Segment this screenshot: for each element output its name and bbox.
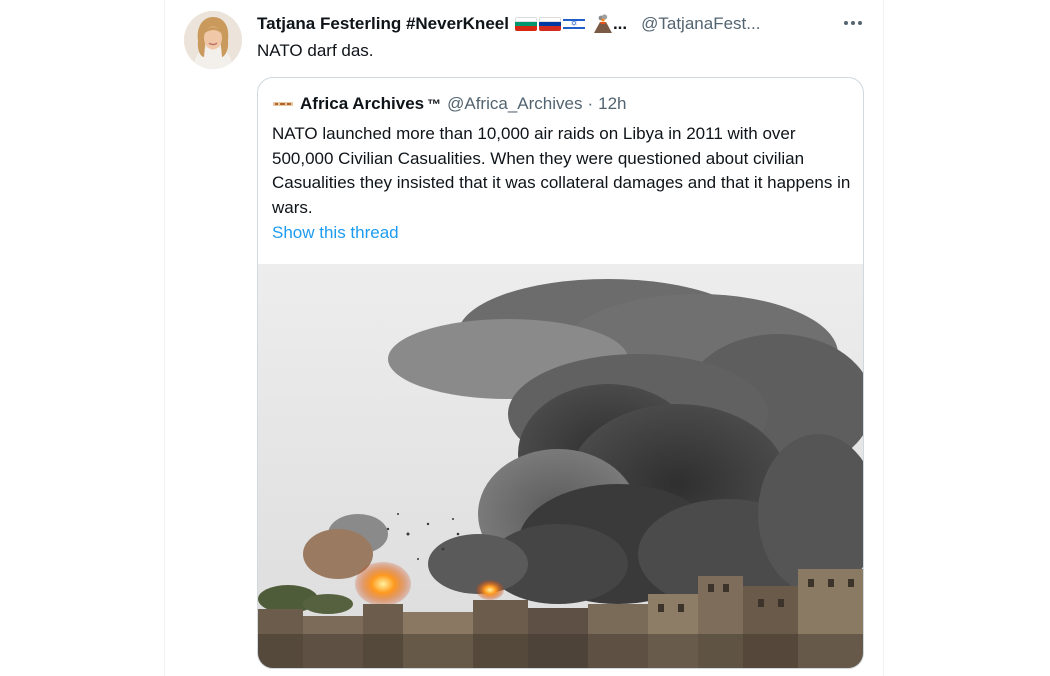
timeline-column-border-right — [883, 0, 884, 676]
quoted-tweet-timestamp[interactable]: 12h — [598, 94, 626, 114]
bulgaria-flag-icon — [514, 17, 537, 31]
volcano-icon — [593, 14, 613, 34]
name-truncation-ellipsis: ... — [612, 14, 628, 33]
author-handle[interactable]: @TatjanaFest... — [641, 14, 760, 34]
quoted-tweet-image[interactable] — [258, 264, 863, 668]
tweet-text: NATO darf das. — [257, 41, 374, 60]
author-emoji-flags: ✡ ... — [514, 14, 628, 34]
quoted-author-avatar[interactable] — [272, 97, 294, 111]
more-dot-icon — [844, 21, 848, 25]
show-thread-link[interactable]: Show this thread — [272, 223, 399, 243]
russia-flag-icon — [538, 17, 561, 31]
trademark-symbol: ™ — [427, 96, 442, 112]
more-dot-icon — [851, 21, 855, 25]
more-dot-icon — [858, 21, 862, 25]
timeline-column-border-left — [164, 0, 165, 676]
tweet-header: Tatjana Festerling #NeverKneel ✡ ... @Ta… — [257, 13, 787, 35]
quoted-tweet-card[interactable]: Africa Archives ™ @Africa_Archives · 12h… — [257, 77, 864, 669]
quoted-author-name[interactable]: Africa Archives — [300, 94, 424, 114]
quoted-author-handle[interactable]: @Africa_Archives — [447, 94, 582, 114]
meta-separator: · — [587, 94, 594, 113]
author-avatar[interactable] — [184, 11, 242, 69]
quoted-tweet-text: NATO launched more than 10,000 air raids… — [272, 124, 851, 217]
more-options-button[interactable] — [840, 12, 866, 34]
author-name[interactable]: Tatjana Festerling #NeverKneel — [257, 14, 509, 34]
israel-flag-icon: ✡ — [562, 17, 585, 31]
quoted-tweet-header: Africa Archives ™ @Africa_Archives · 12h — [272, 93, 627, 115]
